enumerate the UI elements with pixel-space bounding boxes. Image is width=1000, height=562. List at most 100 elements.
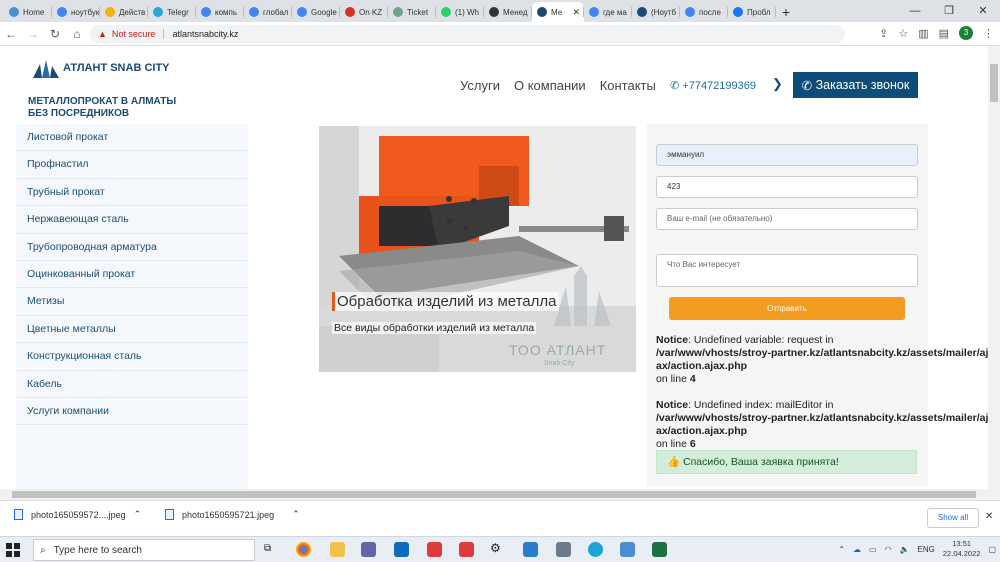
- tab-label: Google: [311, 7, 337, 17]
- browser-tab[interactable]: глобал: [244, 2, 292, 22]
- vertical-scrollbar[interactable]: [988, 46, 1000, 489]
- menu-item-services[interactable]: Услуги: [460, 78, 500, 93]
- chevron-up-icon[interactable]: ⌃: [838, 545, 845, 554]
- sidebar-item-hardware[interactable]: Метизы: [16, 288, 248, 316]
- download-item[interactable]: photo1650595721.jpeg ⌃: [165, 509, 300, 520]
- browser-tab[interactable]: компь: [196, 2, 244, 22]
- sidepanel-icon[interactable]: ▥: [918, 27, 928, 40]
- download-item[interactable]: photo165059572....jpeg ⌃: [14, 509, 141, 520]
- browser-tab[interactable]: (Ноутб: [632, 2, 680, 22]
- notice-message: : Undefined index: mailEditor in: [688, 399, 834, 411]
- forward-icon[interactable]: →: [22, 27, 44, 41]
- app-icon-3[interactable]: [588, 542, 603, 557]
- file-explorer-icon[interactable]: [330, 542, 345, 557]
- chrome-icon[interactable]: [296, 542, 311, 557]
- message-field[interactable]: Что Вас интересует: [656, 254, 918, 287]
- notifications-icon[interactable]: ▢: [988, 545, 996, 554]
- app-icon-2[interactable]: [556, 542, 571, 557]
- anydesk-icon-2[interactable]: [459, 542, 474, 557]
- browser-tab[interactable]: после: [680, 2, 728, 22]
- browser-tab[interactable]: Действ: [100, 2, 148, 22]
- app-icon[interactable]: [523, 542, 538, 557]
- close-icon[interactable]: ✕: [966, 0, 1000, 22]
- sidebar-item-structural[interactable]: Конструкционная сталь: [16, 343, 248, 371]
- download-filename: photo1650595721.jpeg: [182, 509, 275, 520]
- browser-tab[interactable]: Ме ✕: [532, 2, 584, 22]
- sidebar-item-pipes[interactable]: Трубный прокат: [16, 179, 248, 207]
- sidebar-item-nonferrous[interactable]: Цветные металлы: [16, 316, 248, 344]
- app-icon-4[interactable]: [620, 542, 635, 557]
- tab-label: Home: [23, 7, 45, 17]
- home-icon[interactable]: ⌂: [66, 27, 88, 41]
- browser-tab[interactable]: (1) Wh: [436, 2, 484, 22]
- close-tab-icon[interactable]: ✕: [572, 7, 580, 18]
- back-icon[interactable]: ←: [0, 27, 22, 41]
- browser-tab[interactable]: Home: [4, 2, 52, 22]
- windows-start-icon[interactable]: [6, 543, 20, 557]
- hero-slide[interactable]: Обработка изделий из металла Все виды об…: [319, 126, 636, 372]
- menu-item-about[interactable]: О компании: [514, 78, 586, 93]
- clock[interactable]: 13:51 22.04.2022: [943, 539, 981, 559]
- chevron-up-icon[interactable]: ⌃: [292, 509, 300, 520]
- taskbar-search[interactable]: ⌕ Type here to search: [33, 539, 255, 561]
- url-bar[interactable]: ▲ Not secure atlantsnabcity.kz: [90, 25, 845, 43]
- restore-icon[interactable]: ❐: [932, 0, 966, 22]
- sidebar-item-profnastil[interactable]: Профнастил: [16, 151, 248, 179]
- horizontal-scrollbar[interactable]: [0, 489, 1000, 500]
- reload-icon[interactable]: ↻: [44, 27, 66, 41]
- site-logo[interactable]: АТЛАНТ SNAB CITY: [33, 58, 170, 78]
- chevron-down-icon[interactable]: ❯: [772, 76, 783, 92]
- new-tab-button[interactable]: +: [776, 2, 796, 22]
- scrollbar-thumb[interactable]: [990, 64, 998, 102]
- share-icon[interactable]: ⇪: [879, 27, 888, 40]
- notice-label: Notice: [656, 334, 689, 346]
- browser-tab[interactable]: Пробл: [728, 2, 776, 22]
- show-all-button[interactable]: Show all: [927, 508, 979, 528]
- email-field[interactable]: Ваш e-mail (не обязательно): [656, 208, 918, 230]
- onedrive-icon[interactable]: ☁: [853, 545, 861, 554]
- clock-date: 22.04.2022: [942, 549, 981, 558]
- name-field[interactable]: эммануил: [656, 144, 918, 166]
- sidebar-item-stainless[interactable]: Нержавеющая сталь: [16, 206, 248, 234]
- browser-tab[interactable]: Google: [292, 2, 340, 22]
- phone-link[interactable]: ✆ +77472199369: [670, 79, 756, 92]
- profile-avatar[interactable]: 3: [959, 26, 973, 40]
- notice-line: 4: [689, 373, 696, 385]
- browser-tab[interactable]: On KZ: [340, 2, 388, 22]
- anydesk-icon[interactable]: [427, 542, 442, 557]
- language-indicator[interactable]: ENG: [918, 545, 935, 554]
- submit-button[interactable]: Отправить: [669, 297, 905, 320]
- sidebar-item-cable[interactable]: Кабель: [16, 371, 248, 398]
- browser-tab[interactable]: Telegr: [148, 2, 196, 22]
- settings-gear-icon[interactable]: ⚙: [490, 541, 505, 556]
- menu-item-contacts[interactable]: Контакты: [600, 78, 656, 93]
- task-view-icon[interactable]: ⧉: [264, 543, 279, 558]
- volume-icon[interactable]: 🔈: [900, 545, 910, 554]
- sidebar-item-sheet[interactable]: Листовой прокат: [16, 124, 248, 152]
- sidebar-item-services[interactable]: Услуги компании: [16, 398, 248, 426]
- close-icon[interactable]: ✕: [985, 511, 993, 522]
- favicon-icon: [537, 7, 547, 17]
- battery-icon[interactable]: ▭: [869, 545, 877, 554]
- chevron-up-icon[interactable]: ⌃: [134, 509, 142, 520]
- browser-tab-bar: Home ноутбук Действ Telegr компь глобал Google…: [0, 0, 1000, 22]
- teams-icon[interactable]: [361, 542, 376, 557]
- browser-tab[interactable]: Ticket: [388, 2, 436, 22]
- scrollbar-thumb[interactable]: [12, 491, 976, 498]
- browser-tab[interactable]: Менед: [484, 2, 532, 22]
- extensions-icon[interactable]: ▤: [939, 27, 949, 40]
- logo-icon: [33, 60, 59, 78]
- phone-field[interactable]: 423: [656, 176, 918, 198]
- order-call-button[interactable]: ✆ Заказать звонок: [793, 72, 918, 98]
- sidebar-item-fittings[interactable]: Трубопроводная арматура: [16, 234, 248, 261]
- network-icon[interactable]: ◠: [885, 545, 892, 554]
- notice-message: : Undefined variable: request in: [688, 334, 834, 346]
- outlook-icon[interactable]: [394, 542, 409, 557]
- excel-icon[interactable]: [652, 542, 667, 557]
- minimize-icon[interactable]: —: [898, 0, 932, 22]
- bookmark-star-icon[interactable]: ☆: [898, 27, 908, 40]
- browser-tab[interactable]: где ма: [584, 2, 632, 22]
- browser-tab[interactable]: ноутбук: [52, 2, 100, 22]
- sidebar-item-galvanized[interactable]: Оцинкованный прокат: [16, 261, 248, 289]
- menu-dots-icon[interactable]: ⋮: [983, 27, 994, 40]
